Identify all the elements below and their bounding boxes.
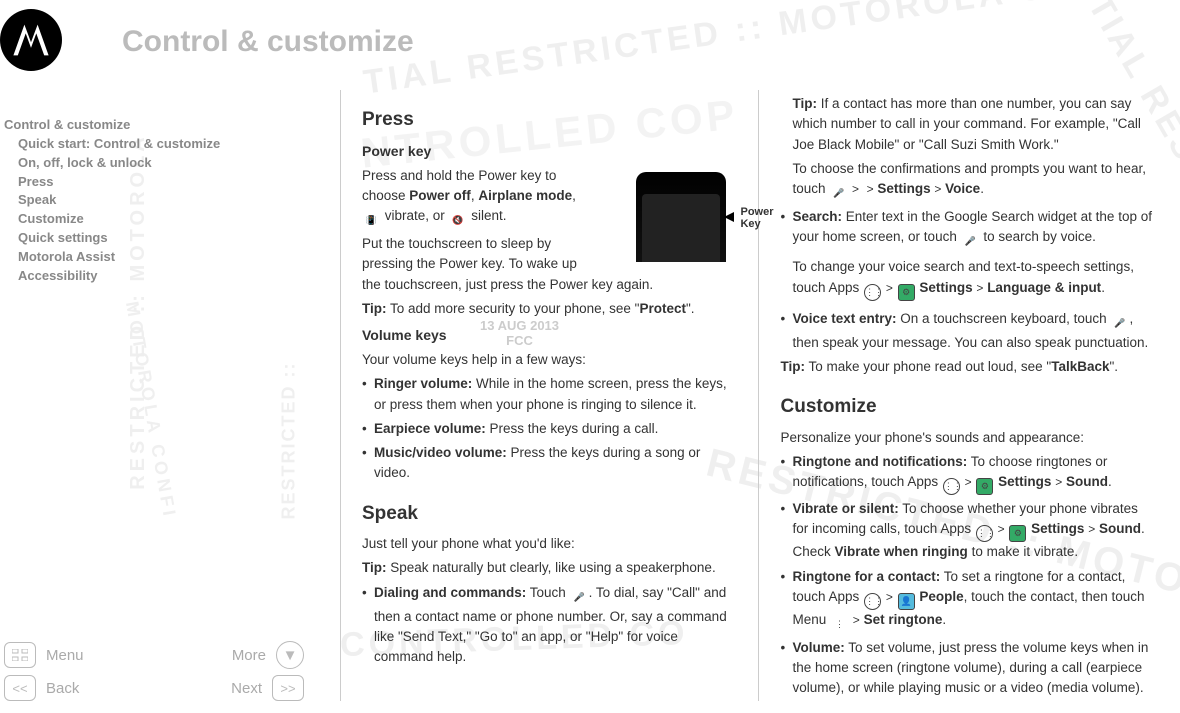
more-button[interactable]: More ▼ xyxy=(232,641,304,669)
toc-item[interactable]: Customize xyxy=(4,210,304,229)
motorola-logo xyxy=(0,9,62,71)
body-text: Tip: If a contact has more than one numb… xyxy=(781,94,1155,155)
body-text: Just tell your phone what you'd like: xyxy=(362,534,736,554)
toc-item[interactable]: Press xyxy=(4,173,304,192)
silent-icon: 🔇 xyxy=(450,213,467,230)
phone-illustration: Power Key xyxy=(596,172,736,262)
mic-icon: 🎤 xyxy=(1111,316,1128,333)
body-text: Tip: To add more security to your phone,… xyxy=(362,299,736,319)
bottom-nav: Menu More ▼ << Back Next >> xyxy=(4,635,304,701)
mic-icon: 🎤 xyxy=(962,234,979,251)
people-icon: 👤 xyxy=(898,593,915,610)
heading-press: Press xyxy=(362,106,736,135)
list-item: •Search: Enter text in the Google Search… xyxy=(781,207,1155,305)
toc-item[interactable]: Motorola Assist xyxy=(4,248,304,267)
list-item: •Ringtone for a contact: To set a ringto… xyxy=(781,567,1155,634)
nav-label: Next xyxy=(231,680,262,697)
nav-label: Menu xyxy=(46,647,84,664)
list-item: •Volume: To set volume, just press the v… xyxy=(781,638,1155,699)
list-item: •Voice text entry: On a touchscreen keyb… xyxy=(781,309,1155,353)
heading-power-key: Power key xyxy=(362,141,736,162)
toc-item[interactable]: On, off, lock & unlock xyxy=(4,154,304,173)
mic-icon: 🎤 xyxy=(830,186,847,203)
toc-item[interactable]: Accessibility xyxy=(4,267,304,286)
back-icon: << xyxy=(4,675,36,701)
body-text: Personalize your phone's sounds and appe… xyxy=(781,428,1155,448)
toc-sidebar: Control & customize Quick start: Control… xyxy=(4,116,304,286)
next-icon: >> xyxy=(272,675,304,701)
apps-icon: ⋮⋮ xyxy=(943,478,960,495)
toc-item[interactable]: Control & customize xyxy=(4,116,304,135)
apps-icon: ⋮⋮ xyxy=(864,593,881,610)
list-item: •Earpiece volume: Press the keys during … xyxy=(362,419,736,439)
apps-icon: ⋮⋮ xyxy=(976,525,993,542)
back-button[interactable]: << Back xyxy=(4,675,79,701)
menu-button[interactable]: Menu xyxy=(4,642,84,668)
content-column-2: Tip: If a contact has more than one numb… xyxy=(758,90,1177,701)
toc-item[interactable]: Quick settings xyxy=(4,229,304,248)
list-item: •Vibrate or silent: To choose whether yo… xyxy=(781,499,1155,563)
power-key-label: Power Key xyxy=(740,206,773,230)
toc-item[interactable]: Speak xyxy=(4,191,304,210)
list-item: •Dialing and commands: Touch 🎤. To dial,… xyxy=(362,583,736,668)
body-text: To choose the confirmations and prompts … xyxy=(781,159,1155,203)
list-item: •Ringtone and notifications: To choose r… xyxy=(781,452,1155,495)
heading-customize: Customize xyxy=(781,393,1155,422)
content-columns: Press Power key Power Key Press and hold… xyxy=(340,90,1176,701)
more-icon: ▼ xyxy=(276,641,304,669)
body-text: Tip: To make your phone read out loud, s… xyxy=(781,357,1155,377)
arrow-icon xyxy=(724,212,734,222)
body-text: Your volume keys help in a few ways: xyxy=(362,350,736,370)
page-title: Control & customize xyxy=(122,25,414,59)
body-text: Tip: Speak naturally but clearly, like u… xyxy=(362,558,736,578)
menu-icon xyxy=(4,642,36,668)
next-button[interactable]: Next >> xyxy=(231,675,304,701)
settings-icon: ⚙ xyxy=(898,284,915,301)
nav-label: More xyxy=(232,647,266,664)
vibrate-icon: 📳 xyxy=(363,213,380,230)
page-header: Control & customize xyxy=(0,0,1180,70)
heading-volume-keys: Volume keys xyxy=(362,325,736,346)
list-item: •Ringer volume: While in the home screen… xyxy=(362,374,736,415)
menu-dots-icon: ⋮ xyxy=(831,617,848,634)
nav-label: Back xyxy=(46,680,79,697)
heading-speak: Speak xyxy=(362,500,736,529)
list-item: •Music/video volume: Press the keys duri… xyxy=(362,443,736,484)
toc-item[interactable]: Quick start: Control & customize xyxy=(4,135,304,154)
apps-icon: ⋮⋮ xyxy=(864,284,881,301)
mic-icon: 🎤 xyxy=(571,590,588,607)
settings-icon: ⚙ xyxy=(1009,525,1026,542)
settings-icon: ⚙ xyxy=(976,478,993,495)
content-column-1: Press Power key Power Key Press and hold… xyxy=(340,90,758,701)
